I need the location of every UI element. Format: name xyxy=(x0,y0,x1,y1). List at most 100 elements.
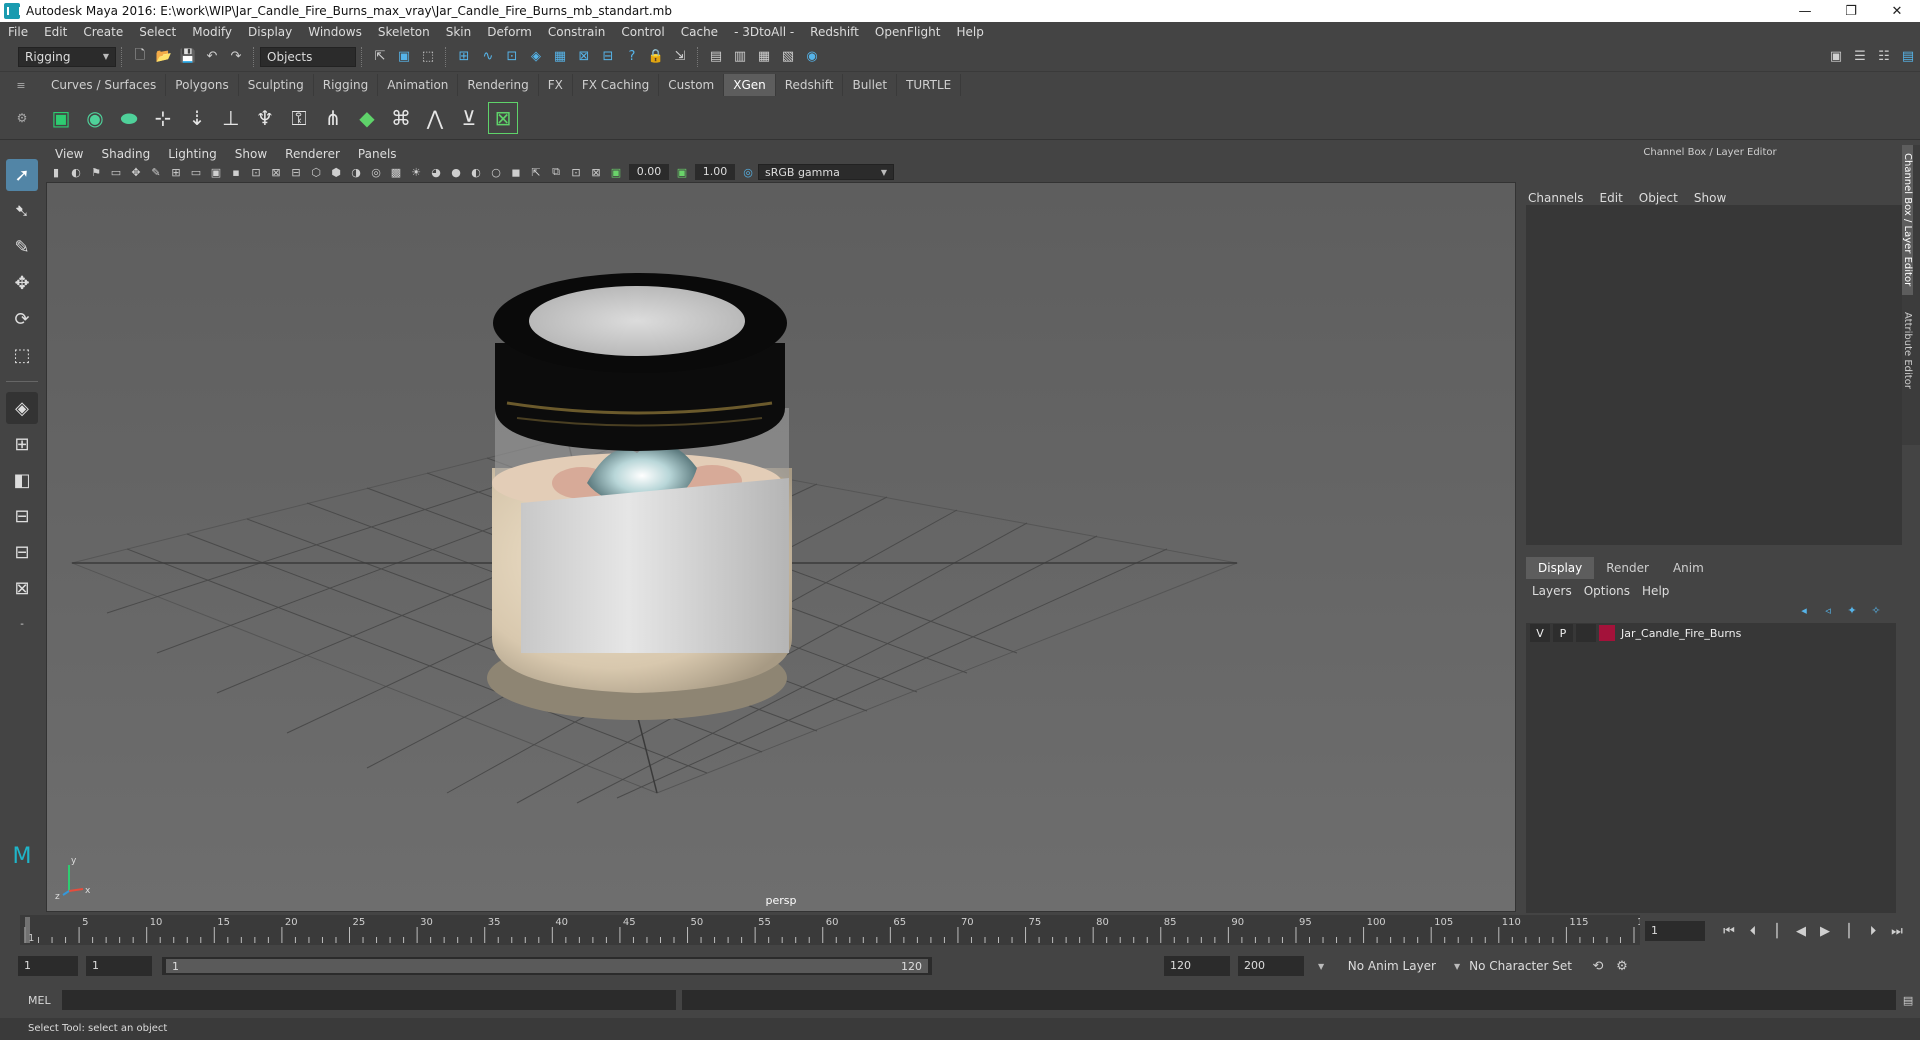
xgen-grass-icon[interactable]: ⋀ xyxy=(420,102,450,134)
shelf-tab-polygons[interactable]: Polygons xyxy=(166,74,239,96)
render-current-icon[interactable]: ▤ xyxy=(706,47,726,67)
save-scene-icon[interactable]: 💾 xyxy=(178,47,198,67)
character-set-dropdown[interactable]: ▼ No Character Set xyxy=(1448,956,1578,976)
script-editor-icon[interactable]: ▤ xyxy=(1898,990,1918,1010)
snap-surface-icon[interactable]: ▦ xyxy=(550,47,570,67)
step-back-key-icon[interactable]: ⎮ xyxy=(1767,921,1787,941)
menu-redshift[interactable]: Redshift xyxy=(802,22,867,42)
wireframe-on-shaded-icon[interactable]: ◑ xyxy=(347,164,365,180)
lights-icon[interactable]: ☀ xyxy=(407,164,425,180)
2d-pan-icon[interactable]: ✥ xyxy=(127,164,145,180)
field-chart-icon[interactable]: ⊡ xyxy=(247,164,265,180)
shelf-tab-rendering[interactable]: Rendering xyxy=(458,74,539,96)
menuset-dropdown[interactable]: Rigging ▼ xyxy=(18,46,116,67)
shelf-tab-sculpting[interactable]: Sculpting xyxy=(239,74,314,96)
xray-icon[interactable]: ◎ xyxy=(367,164,385,180)
isolate-select-icon[interactable]: ⇱ xyxy=(527,164,545,180)
lasso-tool-icon[interactable]: ➷ xyxy=(6,195,38,227)
menu-control[interactable]: Control xyxy=(613,22,672,42)
camera-select-icon[interactable]: ▮ xyxy=(47,164,65,180)
xgen-place-icon[interactable]: ⊥ xyxy=(216,102,246,134)
layout-side-icon[interactable]: ◧ xyxy=(6,464,38,496)
gamma-field[interactable]: 1.00 xyxy=(695,164,735,180)
selection-mode-dropdown[interactable]: Objects xyxy=(260,46,356,67)
wireframe-icon[interactable]: ⬡ xyxy=(307,164,325,180)
layer-color-swatch[interactable] xyxy=(1599,625,1615,641)
render-view-icon[interactable]: ◉ xyxy=(802,47,822,67)
snap-surface-live-icon[interactable]: ⊠ xyxy=(574,47,594,67)
minimize-button[interactable]: — xyxy=(1782,0,1828,22)
xgen-eye-icon[interactable]: ◉ xyxy=(80,102,110,134)
current-frame-field[interactable]: 1 xyxy=(1645,921,1705,941)
step-back-icon[interactable]: ⏴ xyxy=(1743,921,1763,941)
options-menu[interactable]: Options xyxy=(1578,584,1636,598)
gamma-icon[interactable]: ▣ xyxy=(673,164,691,180)
viewport-menu-panels[interactable]: Panels xyxy=(349,145,406,163)
layer-type-toggle[interactable] xyxy=(1576,624,1596,642)
grease-pencil-icon[interactable]: ✎ xyxy=(147,164,165,180)
shelf-tab-fx[interactable]: FX xyxy=(539,74,573,96)
command-language-label[interactable]: MEL xyxy=(0,994,60,1007)
range-slider-thumb[interactable]: 1 120 xyxy=(166,959,928,973)
xgen-groom-icon[interactable]: ⌘ xyxy=(386,102,416,134)
viewport-menu-lighting[interactable]: Lighting xyxy=(159,145,226,163)
channel-box-area[interactable] xyxy=(1526,205,1902,545)
move-layer-up-icon[interactable]: ◂ xyxy=(1794,600,1814,620)
menu-openflight[interactable]: OpenFlight xyxy=(867,22,949,42)
viewport-menu-view[interactable]: View xyxy=(46,145,92,163)
shelf-tab-curves-surfaces[interactable]: Curves / Surfaces xyxy=(42,74,167,96)
viewport-menu-show[interactable]: Show xyxy=(226,145,276,163)
shelf-tab-rigging[interactable]: Rigging xyxy=(314,74,379,96)
step-forward-key-icon[interactable]: ⎮ xyxy=(1839,921,1859,941)
exposure-field[interactable]: 0.00 xyxy=(629,164,669,180)
menu-display[interactable]: Display xyxy=(240,22,300,42)
shelf-tab-bullet[interactable]: Bullet xyxy=(843,74,898,96)
layer-row[interactable]: V P Jar_Candle_Fire_Burns xyxy=(1526,623,1896,643)
image-plane-icon[interactable]: ▭ xyxy=(107,164,125,180)
xgen-sculpt-guide-icon[interactable]: ♆ xyxy=(250,102,280,134)
menu-skeleton[interactable]: Skeleton xyxy=(370,22,438,42)
scale-tool-icon[interactable]: ⬚ xyxy=(6,339,38,371)
play-forwards-icon[interactable]: ▶ xyxy=(1815,921,1835,941)
exposure-icon[interactable]: ▣ xyxy=(607,164,625,180)
modeling-toolkit-icon[interactable]: ▣ xyxy=(1826,47,1846,67)
backface-icon[interactable]: ⊠ xyxy=(587,164,605,180)
tab-render[interactable]: Render xyxy=(1594,557,1661,579)
gate-mask-icon[interactable]: ▪ xyxy=(227,164,245,180)
select-component-icon[interactable]: ⬚ xyxy=(418,47,438,67)
layer-visibility-toggle[interactable]: V xyxy=(1530,624,1550,642)
shelf-menu-icon[interactable]: ≡ xyxy=(0,79,42,92)
viewport-menu-shading[interactable]: Shading xyxy=(92,145,159,163)
layout-single-icon[interactable]: ◈ xyxy=(6,392,38,424)
smooth-shade-icon[interactable]: ⬢ xyxy=(327,164,345,180)
menu-file[interactable]: File xyxy=(0,22,36,42)
side-tab-attribute-editor[interactable]: Attribute Editor xyxy=(1902,295,1913,405)
range-slider[interactable]: 1 120 xyxy=(162,957,932,975)
resolution-gate-icon[interactable]: ▣ xyxy=(207,164,225,180)
layout-outliner-icon[interactable]: ⊟ xyxy=(6,536,38,568)
snap-view-plane-icon[interactable]: ◈ xyxy=(526,47,546,67)
menu-deform[interactable]: Deform xyxy=(479,22,540,42)
restore-button[interactable]: ❐ xyxy=(1828,0,1874,22)
film-gate-icon[interactable]: ▭ xyxy=(187,164,205,180)
camera-attributes-icon[interactable]: ◐ xyxy=(67,164,85,180)
layout-four-icon[interactable]: ⊞ xyxy=(6,428,38,460)
xgen-export-icon[interactable]: ⊠ xyxy=(488,101,518,134)
layout-more-icon[interactable]: - xyxy=(6,608,38,640)
open-scene-icon[interactable]: 📂 xyxy=(154,47,174,67)
step-forward-icon[interactable]: ⏵ xyxy=(1863,921,1883,941)
color-management-icon[interactable]: ◎ xyxy=(739,164,757,180)
go-to-start-icon[interactable]: ⏮ xyxy=(1719,921,1739,941)
menu-3dtoall[interactable]: - 3DtoAll - xyxy=(726,22,802,42)
start-frame-field[interactable]: 1 xyxy=(18,956,78,976)
menu-edit[interactable]: Edit xyxy=(36,22,75,42)
shelf-tab-fx-caching[interactable]: FX Caching xyxy=(573,74,660,96)
playback-start-field[interactable]: 1 xyxy=(86,956,152,976)
shelf-tab-xgen[interactable]: XGen xyxy=(724,74,776,96)
grid-toggle-icon[interactable]: ⊞ xyxy=(167,164,185,180)
command-input[interactable] xyxy=(61,990,676,1010)
anim-layer-dropdown[interactable]: ▼ No Anim Layer xyxy=(1312,956,1442,976)
move-tool-icon[interactable]: ✥ xyxy=(6,267,38,299)
new-layer-selected-icon[interactable]: ✧ xyxy=(1866,600,1886,620)
go-to-end-icon[interactable]: ⏭ xyxy=(1887,921,1907,941)
